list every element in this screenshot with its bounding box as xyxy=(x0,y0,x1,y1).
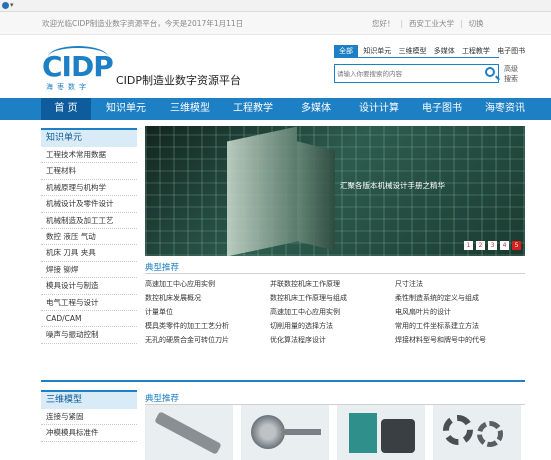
sidebar-item[interactable]: 数控 液压 气动 xyxy=(41,229,137,246)
banner-page-button[interactable]: 4 xyxy=(500,241,509,250)
switch-link[interactable]: 切换 xyxy=(469,19,484,28)
logo-mark: CIDP xyxy=(42,50,114,83)
gear-shape xyxy=(443,415,473,445)
user-area: 您好！ | 西安工业大学 | 切换 xyxy=(372,19,484,28)
model-thumbnail[interactable] xyxy=(433,405,521,460)
sidebar-item[interactable]: 工程材料 xyxy=(41,163,137,180)
nav-multimedia[interactable]: 多媒体 xyxy=(287,98,345,120)
top-bar: 欢迎光临CIDP制造业数字资源平台，今天是2017年1月11日 您好！ | 西安工业… xyxy=(0,12,551,35)
recommend-divider xyxy=(145,273,525,274)
sidebar-item[interactable]: 噪声与振动控制 xyxy=(41,327,137,344)
nav-home[interactable]: 首 页 xyxy=(41,98,91,120)
sidebar-item[interactable]: 电气工程与设计 xyxy=(41,295,137,311)
banner-page-button[interactable]: 1 xyxy=(464,241,473,250)
model-thumbnail[interactable] xyxy=(145,405,233,460)
recommend-link[interactable]: 电风扇叶片的设计 xyxy=(395,307,451,317)
recommend-link[interactable]: 焊接材料型号和牌号中的代号 xyxy=(395,335,486,345)
logo-subtitle: 海枣数字 xyxy=(46,83,90,91)
section-divider xyxy=(41,380,525,382)
recommend-link[interactable]: 无孔的硬质合金可转位刀片 xyxy=(145,335,229,345)
nav-news[interactable]: 海枣资讯 xyxy=(474,98,536,120)
site-title: CIDP制造业数字资源平台 xyxy=(116,74,242,87)
shaft-shape xyxy=(154,411,222,455)
site-logo[interactable]: CIDP 海枣数字 xyxy=(42,46,114,94)
sidebar-title: 三维模型 xyxy=(41,390,137,409)
model-thumbnail[interactable] xyxy=(241,405,329,460)
nav-3d-models[interactable]: 三维模型 xyxy=(160,98,220,120)
search-tab-3d[interactable]: 三维模型 xyxy=(396,45,428,57)
search-box xyxy=(334,64,499,83)
recommend-link[interactable]: 数控机床发展概况 xyxy=(145,293,201,303)
model-thumbnail[interactable] xyxy=(337,405,425,460)
sidebar-item[interactable]: 机械制造及加工工艺 xyxy=(41,213,137,229)
nav-engineering[interactable]: 工程教学 xyxy=(222,98,284,120)
search-tab-knowledge[interactable]: 知识单元 xyxy=(361,45,393,57)
bracket-shape xyxy=(381,419,415,453)
recommend-link[interactable]: 计量单位 xyxy=(145,307,173,317)
recommend-link[interactable]: 高速加工中心应用实例 xyxy=(145,279,215,289)
search-tab-ebook[interactable]: 电子图书 xyxy=(495,45,527,57)
advanced-search-link[interactable]: 高级搜索 xyxy=(504,64,524,84)
models-sidebar: 三维模型 连接与紧固 冲模模具标准件 xyxy=(41,390,137,442)
gear-shape xyxy=(477,421,503,447)
sidebar-title: 知识单元 xyxy=(41,128,137,147)
search-tab-all[interactable]: 全部 xyxy=(334,45,358,57)
sidebar-item[interactable]: 机械原理与机构学 xyxy=(41,180,137,197)
recommend-link[interactable]: 并联数控机床工作原理 xyxy=(270,279,340,289)
main-nav: 首 页 知识单元 三维模型 工程教学 多媒体 设计计算 电子图书 海枣资讯 xyxy=(0,98,551,120)
banner-page-button[interactable]: 2 xyxy=(476,241,485,250)
nav-design-calc[interactable]: 设计计算 xyxy=(350,98,408,120)
sidebar-item[interactable]: 机械设计及零件设计 xyxy=(41,196,137,213)
sidebar-item[interactable]: 工程技术常用数据 xyxy=(41,147,137,164)
rod-shape xyxy=(285,429,321,435)
banner-page-button[interactable]: 3 xyxy=(488,241,497,250)
recommend-title: 典型推荐 xyxy=(145,394,180,404)
banner-caption: 汇聚各版本机械设计手册之精华 xyxy=(340,181,445,190)
search-tab-media[interactable]: 多媒体 xyxy=(432,45,457,57)
sidebar-item[interactable]: 连接与紧固 xyxy=(41,409,137,426)
nav-knowledge[interactable]: 知识单元 xyxy=(95,98,157,120)
recommend-link[interactable]: 模具类零件的加工工艺分析 xyxy=(145,321,229,331)
search-input[interactable] xyxy=(337,67,477,80)
banner-book-side xyxy=(297,141,335,251)
model-thumbnails xyxy=(145,405,525,460)
org-link[interactable]: 西安工业大学 xyxy=(409,19,454,28)
recommend-link[interactable]: 优化算法程序设计 xyxy=(270,335,326,345)
recommend-link[interactable]: 切削用量的选择方法 xyxy=(270,321,333,331)
welcome-text: 欢迎光临CIDP制造业数字资源平台，今天是2017年1月11日 xyxy=(42,19,244,28)
nav-ebooks[interactable]: 电子图书 xyxy=(413,98,471,120)
recommend-title: 典型推荐 xyxy=(145,263,180,273)
search-icon[interactable] xyxy=(485,67,495,77)
block-shape xyxy=(349,413,377,453)
banner-page-button[interactable]: 5 xyxy=(512,241,521,250)
recommend-link[interactable]: 数控机床工作原理与组成 xyxy=(270,293,347,303)
browser-icon[interactable] xyxy=(2,2,9,9)
banner-image xyxy=(145,126,525,256)
disc-shape xyxy=(251,415,285,449)
banner-pager: 12345 xyxy=(461,240,521,250)
recommend-link[interactable]: 常用的工件坐标系建立方法 xyxy=(395,321,479,331)
recommend-link[interactable]: 柔性制造系统的定义与组成 xyxy=(395,293,479,303)
recommend-link[interactable]: 高速加工中心应用实例 xyxy=(270,307,340,317)
banner-book-shape xyxy=(227,126,297,256)
sidebar-item[interactable]: 机床 刀具 夹具 xyxy=(41,245,137,262)
search-tab-teaching[interactable]: 工程教学 xyxy=(460,45,492,57)
browser-toolbar: ▾ xyxy=(0,0,551,12)
knowledge-sidebar: 知识单元 工程技术常用数据 工程材料 机械原理与机构学 机械设计及零件设计 机械… xyxy=(41,128,137,344)
sidebar-item[interactable]: 模具设计与制造 xyxy=(41,278,137,295)
sidebar-item[interactable]: 冲模模具标准件 xyxy=(41,425,137,442)
recommend-link[interactable]: 尺寸注法 xyxy=(395,279,423,289)
greeting-text: 您好！ xyxy=(372,19,395,28)
sidebar-item[interactable]: CAD/CAM xyxy=(41,311,137,328)
hero-banner[interactable]: 汇聚各版本机械设计手册之精华 12345 xyxy=(145,126,525,256)
search-divider xyxy=(334,57,499,58)
search-scope-tabs: 全部 知识单元 三维模型 多媒体 工程教学 电子图书 xyxy=(334,45,528,57)
chevron-down-icon[interactable]: ▾ xyxy=(10,1,14,9)
sidebar-item[interactable]: 焊接 铆焊 xyxy=(41,262,137,279)
